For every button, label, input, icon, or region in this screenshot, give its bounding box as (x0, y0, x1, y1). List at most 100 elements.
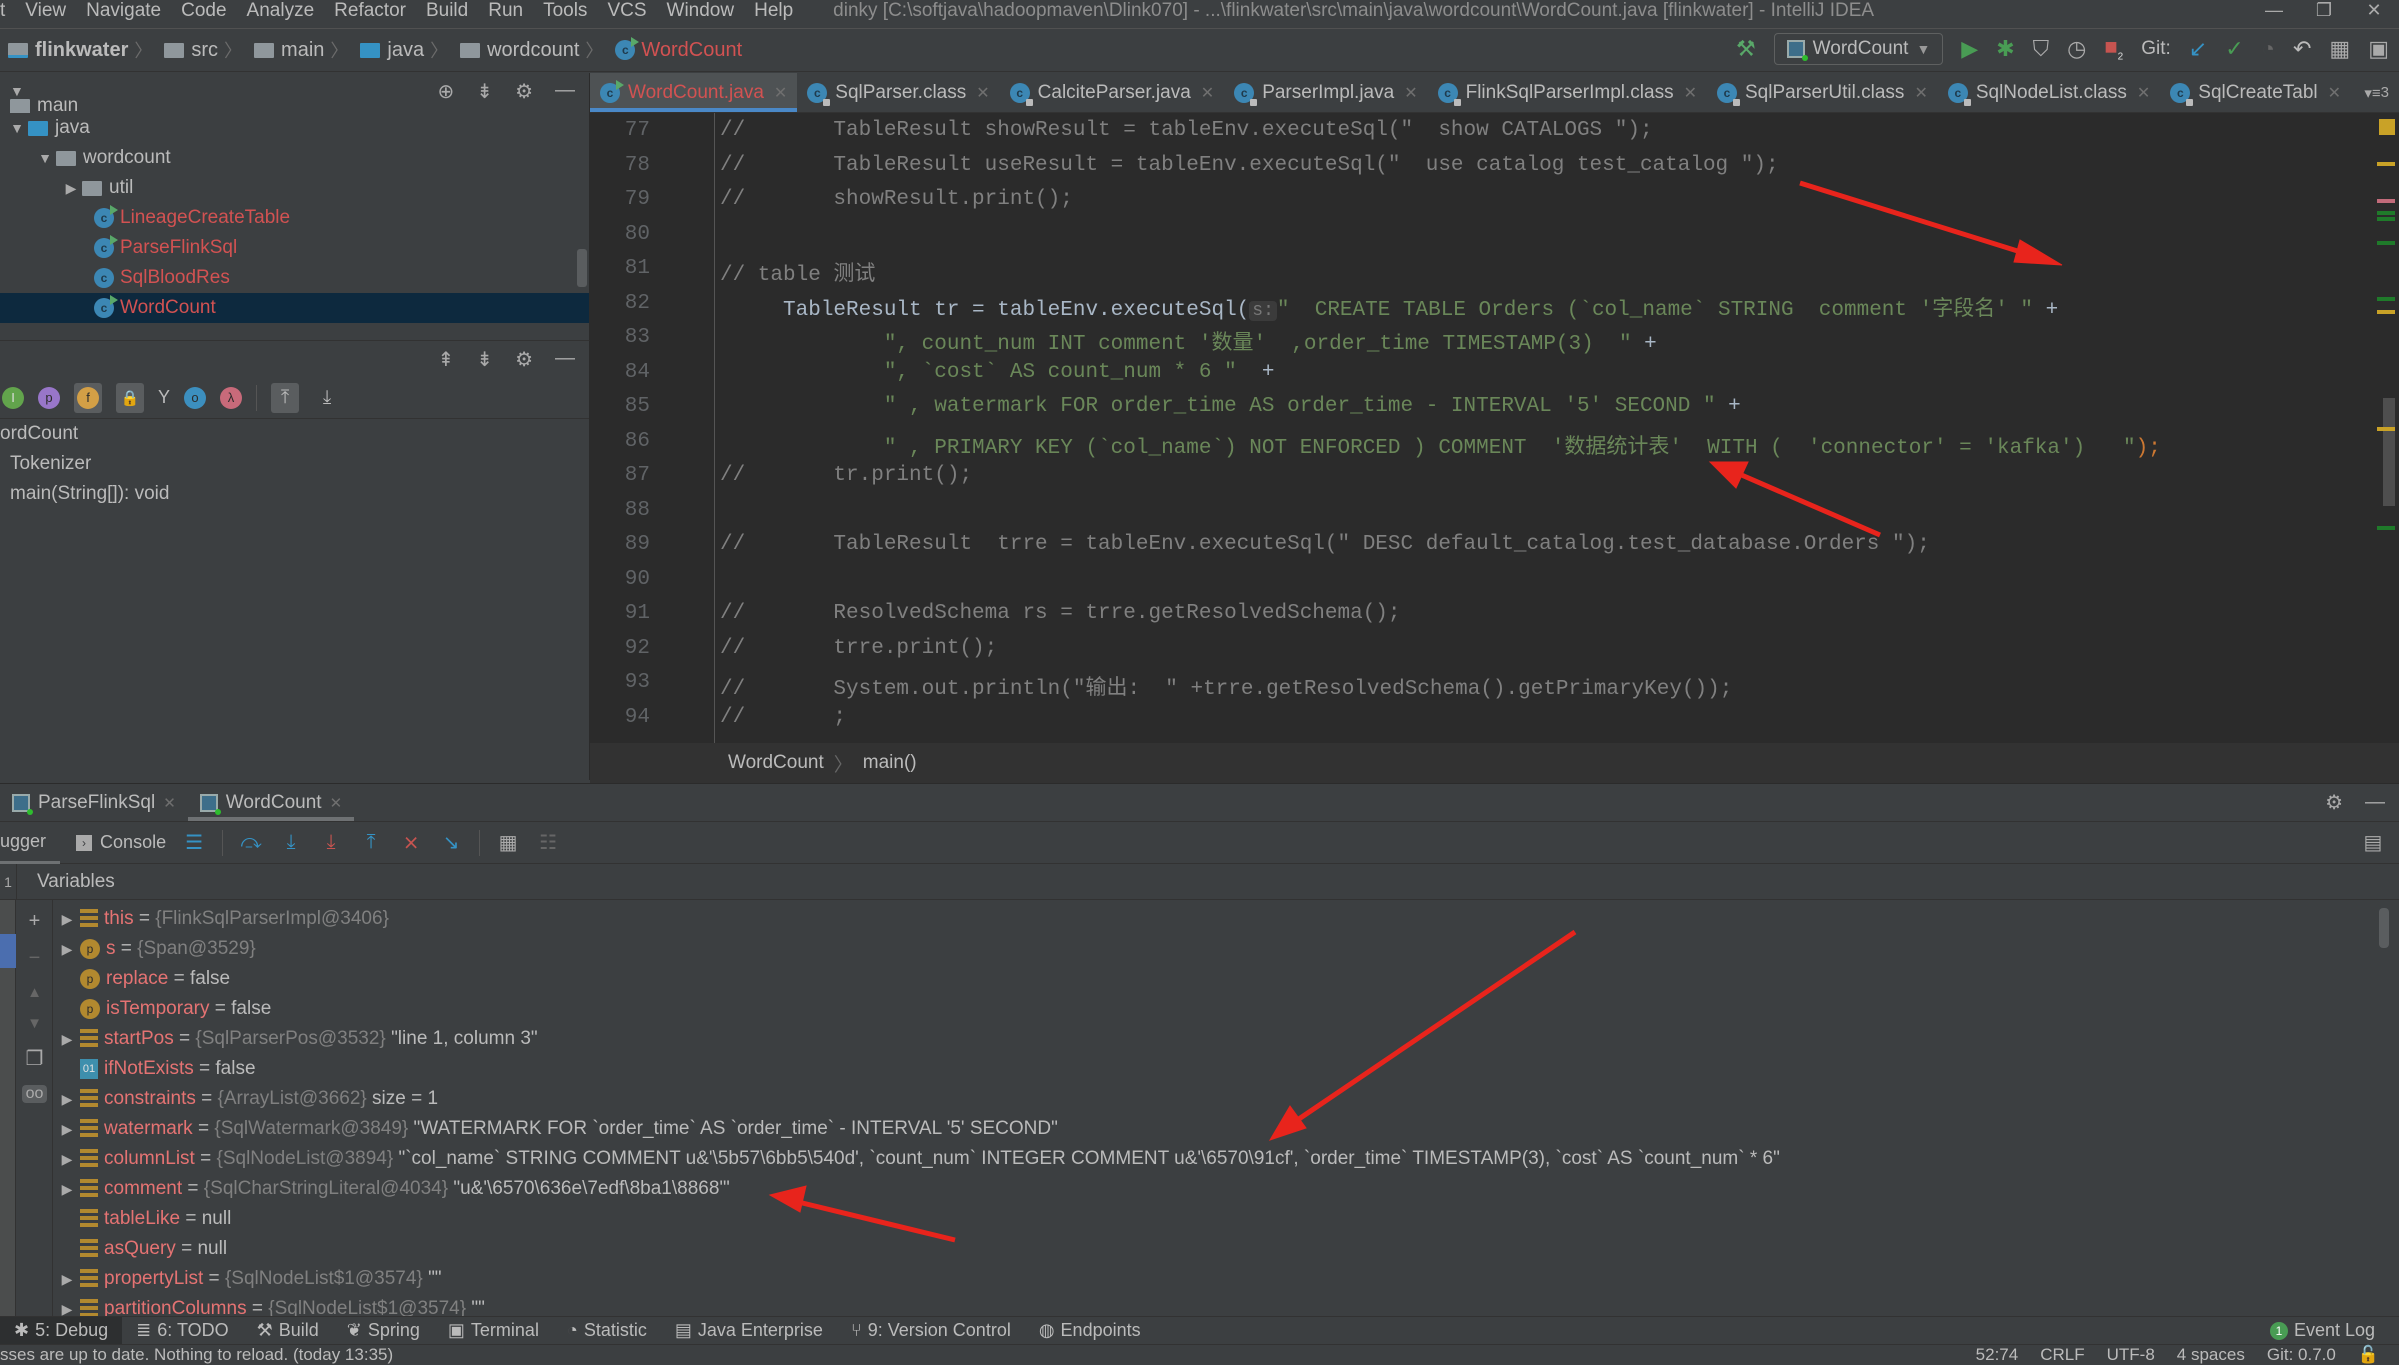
status-message[interactable]: sses are up to date. Nothing to reload. … (0, 1345, 393, 1365)
close-tab-icon[interactable]: ✕ (330, 794, 343, 812)
tree-item-lineagecreatetable[interactable]: c LineageCreateTable (0, 203, 589, 233)
tree-item-util[interactable]: ▶ util (0, 173, 589, 203)
variables-scrollbar[interactable] (2379, 908, 2389, 948)
menu-build[interactable]: Build (426, 0, 468, 22)
project-scrollbar[interactable] (577, 249, 587, 287)
git-history-icon[interactable]: ◔ (2262, 38, 2275, 60)
code-line[interactable]: // ; (720, 706, 846, 729)
remove-watch-icon[interactable]: − (29, 947, 41, 970)
add-watch-icon[interactable]: + (29, 910, 41, 933)
view-dropdown-icon[interactable]: ▼ (10, 83, 24, 99)
expanded-arrow-icon[interactable]: ▼ (6, 120, 28, 136)
expand-arrow-icon[interactable]: ▶ (54, 1031, 80, 1048)
line-separator[interactable]: CRLF (2040, 1345, 2084, 1365)
coverage-icon[interactable]: ⛉ (2033, 38, 2050, 60)
git-update-icon[interactable]: ↙ (2189, 38, 2207, 60)
variable-row[interactable]: ▶ comment = {SqlCharStringLiteral@4034} "… (54, 1174, 2374, 1204)
toolwindow-version-control[interactable]: ⑂ 9: Version Control (837, 1317, 1025, 1345)
run-icon[interactable]: ▶ (1961, 38, 1978, 60)
force-step-into-icon[interactable]: ⤓ (319, 831, 343, 854)
menu-tools[interactable]: Tools (543, 0, 587, 22)
expanded-arrow-icon[interactable]: ▼ (34, 150, 56, 166)
hide-panel-icon[interactable]: — (555, 79, 575, 104)
code-line[interactable]: // tr.print(); (720, 464, 972, 487)
warning-mark[interactable] (2377, 162, 2395, 166)
show-inherited-icon[interactable]: I (2, 386, 24, 409)
git-branch[interactable]: Git: 0.7.0 (2267, 1345, 2336, 1365)
expand-arrow-icon[interactable]: ▶ (54, 1301, 80, 1318)
expand-arrow-icon[interactable]: ▶ (54, 1271, 80, 1288)
code-line[interactable]: " , watermark FOR order_time AS order_ti… (720, 395, 1741, 418)
code-line[interactable]: // ResolvedSchema rs = trre.getResolvedS… (720, 602, 1401, 625)
code-line[interactable]: ", `cost` AS count_num * 6 " + (720, 361, 1275, 384)
minimize-icon[interactable]: — (2249, 0, 2299, 21)
close-tab-icon[interactable]: ✕ (1684, 83, 1697, 103)
expand-arrow-icon[interactable]: ▶ (54, 1181, 80, 1198)
variable-row[interactable]: 01 ifNotExists = false (54, 1054, 2374, 1084)
toolwindow-todo[interactable]: ≣ 6: TODO (122, 1317, 242, 1345)
breadcrumb-src[interactable]: src 〉 (164, 37, 248, 63)
toolwindow-build[interactable]: ⚒ Build (243, 1317, 333, 1345)
change-mark[interactable] (2377, 526, 2395, 530)
locate-target-icon[interactable]: ⊕ (438, 79, 455, 104)
move-down-icon[interactable]: ▼ (27, 1015, 42, 1032)
code-line[interactable]: // trre.print(); (720, 637, 997, 660)
collapsed-arrow-icon[interactable]: ▶ (60, 180, 82, 197)
indent-setting[interactable]: 4 spaces (2177, 1345, 2245, 1365)
tab-sqlcreatetable[interactable]: c SqlCreateTabl ✕ (2160, 73, 2351, 112)
debug-bug-icon[interactable]: ✱ (1996, 38, 2014, 60)
gear-icon[interactable]: ⚙ (515, 347, 533, 372)
autoscroll-from-source-icon[interactable]: ⤓ (313, 383, 341, 413)
code-line[interactable]: // TableResult useResult = tableEnv.exec… (720, 154, 1779, 177)
toolwindow-endpoints[interactable]: ◍ Endpoints (1025, 1317, 1155, 1345)
variable-row[interactable]: tableLike = null (54, 1204, 2374, 1234)
menu-analyze[interactable]: Analyze (247, 0, 315, 22)
stop-icon[interactable]: ■2 (2104, 35, 2123, 62)
code-line[interactable]: // table 测试 (720, 257, 875, 287)
layout-settings-icon[interactable]: ▤ (2361, 830, 2385, 855)
variable-row[interactable]: ▶ propertyList = {SqlNodeList$1@3574} "" (54, 1264, 2374, 1294)
breadcrumb-class[interactable]: c WordCount (615, 37, 742, 62)
expand-arrow-icon[interactable]: ▶ (54, 941, 80, 958)
code-line[interactable]: // showResult.print(); (720, 188, 1073, 211)
watches-glasses-icon[interactable]: oo (21, 1085, 48, 1103)
expand-arrow-icon[interactable]: ▶ (54, 1091, 80, 1108)
structure-item[interactable]: main(String[]): void (0, 479, 589, 509)
copy-icon[interactable]: ❐ (26, 1046, 44, 1071)
drop-frame-icon[interactable]: ⨯ (399, 830, 423, 855)
move-up-icon[interactable]: ▲ (27, 984, 42, 1001)
toolwindow-statistic[interactable]: ◔ Statistic (553, 1317, 661, 1345)
tab-calciteparser-java[interactable]: c CalciteParser.java ✕ (1000, 73, 1225, 112)
run-window-icon[interactable]: ▣ (2368, 38, 2389, 60)
tab-flinksqlparserimpl-class[interactable]: c FlinkSqlParserImpl.class ✕ (1428, 73, 1707, 112)
show-fields-button[interactable]: f (74, 382, 102, 413)
breadcrumb-java[interactable]: java 〉 (360, 37, 454, 63)
change-mark[interactable] (2377, 217, 2395, 221)
run-to-cursor-icon[interactable]: ↘ (439, 830, 463, 855)
editor-scrollbar[interactable] (2383, 398, 2395, 506)
run-config-dropdown[interactable]: WordCount ▼ (1773, 33, 1944, 65)
tab-debugger[interactable]: ugger (0, 822, 61, 864)
menu-code[interactable]: Code (181, 0, 226, 22)
lambda-icon[interactable]: λ (220, 386, 243, 409)
caret-position[interactable]: 52:74 (1976, 1345, 2019, 1365)
code-line[interactable]: ", count_num INT comment '数量' ,order_tim… (720, 326, 1657, 356)
tree-item-java[interactable]: ▼ java (0, 113, 589, 143)
more-tabs-button[interactable]: ▾≡ 3 (2354, 73, 2399, 112)
gear-icon[interactable]: ⚙ (515, 79, 533, 104)
collapse-all-icon[interactable]: ⇟ (476, 347, 493, 372)
close-tab-icon[interactable]: ✕ (163, 794, 176, 812)
structure-item[interactable]: Tokenizer (0, 449, 589, 479)
tab-sqlparserutil-class[interactable]: c SqlParserUtil.class ✕ (1707, 73, 1938, 112)
breadcrumb-project[interactable]: flinkwater 〉 (8, 37, 158, 63)
show-non-public-icon[interactable]: 🔒 (116, 382, 144, 413)
menu-vcs[interactable]: VCS (607, 0, 646, 22)
warning-indicator-icon[interactable] (2379, 119, 2395, 135)
breadcrumb-class[interactable]: WordCount (728, 752, 824, 774)
tree-item-wordcount-class[interactable]: c WordCount (0, 293, 589, 323)
close-tab-icon[interactable]: ✕ (1201, 83, 1214, 103)
code-line[interactable]: // TableResult trre = tableEnv.executeSq… (720, 533, 1930, 556)
lock-icon[interactable]: 🔓 (2358, 1345, 2379, 1365)
tab-parserimpl-java[interactable]: c ParserImpl.java ✕ (1224, 73, 1427, 112)
show-execution-point-icon[interactable]: ☰ (182, 830, 206, 855)
